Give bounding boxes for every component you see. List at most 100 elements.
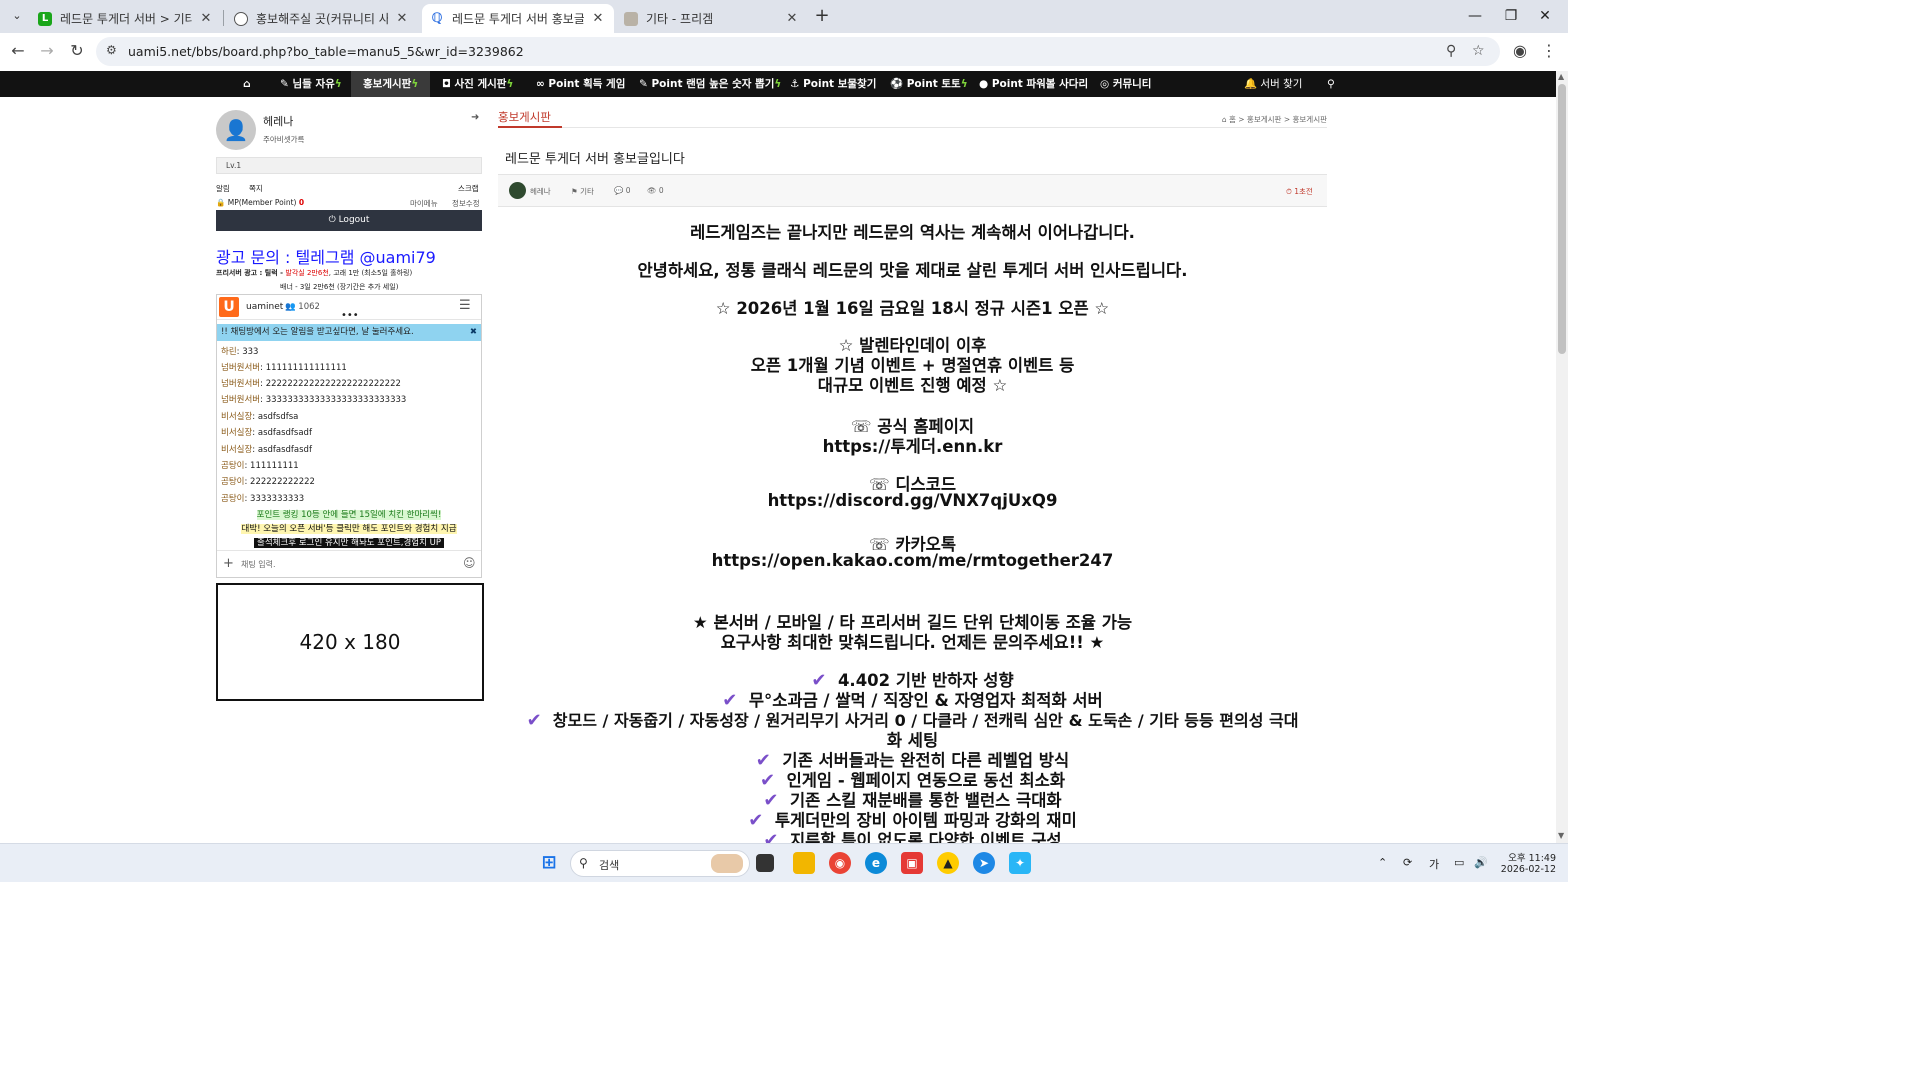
chat-promo-2[interactable]: 대박! 오늘의 오픈 서버'등 클릭만 해도 포인트와 경험치 지급	[217, 522, 481, 534]
bookmark-star-icon[interactable]: ☆	[1472, 43, 1485, 59]
category-text: 기타	[580, 187, 594, 196]
ad-inquiry-title[interactable]: 광고 문의 : 텔레그램 @uami79	[216, 244, 436, 268]
scroll-up-icon[interactable]: ▲	[1558, 72, 1564, 81]
reload-icon[interactable]: ↻	[66, 40, 88, 62]
ad-banner-placeholder[interactable]: 420 x 180	[216, 583, 484, 701]
app-bird-icon[interactable]: ✦	[1009, 852, 1031, 874]
close-tab-icon[interactable]: ✕	[590, 11, 606, 26]
chat-nick[interactable]: 곰탕이	[221, 461, 244, 471]
nav-photo-board[interactable]: ◘ 사진 게시판ϟ	[442, 71, 513, 97]
chat-nick[interactable]: 넘버원서버	[221, 395, 260, 405]
store-icon[interactable]: ▣	[901, 852, 923, 874]
promo-text: 대박! 오늘의 오픈 서버'등 클릭만 해도 포인트와 경험치 지급	[241, 524, 457, 534]
scrollbar-thumb[interactable]	[1558, 84, 1566, 354]
tab-search-chevron-icon[interactable]: ⌄	[6, 5, 28, 27]
scroll-down-icon[interactable]: ▼	[1558, 831, 1564, 840]
new-tab-button[interactable]: +	[812, 6, 832, 26]
nav-community[interactable]: ◎ 커뮤니티	[1100, 71, 1151, 97]
url-text[interactable]: uami5.net/bbs/board.php?bo_table=manu5_5…	[128, 44, 524, 59]
post-link-homepage[interactable]: https://투게더.enn.kr	[500, 433, 1325, 457]
chat-promo-1[interactable]: 포인트 랭킹 10등 안에 들면 15일에 치킨 한마리씩!	[217, 508, 481, 520]
nav-point-treasure[interactable]: ⚓ Point 보물찾기	[790, 71, 876, 97]
chat-nick[interactable]: 곰탕이	[221, 494, 244, 504]
edge-icon[interactable]: e	[865, 852, 887, 874]
profile-icon[interactable]: ◉	[1509, 40, 1531, 62]
chat-text: 33333333333333333333333333	[265, 395, 407, 405]
emoji-icon[interactable]: ☺	[463, 556, 476, 570]
site-search-icon[interactable]: ⚲	[1327, 71, 1335, 97]
ime-indicator[interactable]: 가	[1429, 856, 1439, 872]
chat-input[interactable]: + 채팅 입력. ☺	[217, 550, 481, 577]
file-explorer-icon[interactable]	[793, 852, 815, 874]
back-arrow-icon[interactable]: ←	[7, 40, 29, 62]
chat-nick[interactable]: 곰탕이	[221, 477, 244, 487]
close-tab-icon[interactable]: ✕	[198, 11, 214, 26]
close-notice-icon[interactable]: ✖	[470, 324, 477, 341]
network-icon[interactable]: ▭	[1454, 856, 1464, 869]
omnibox[interactable]: ⚙ uami5.net/bbs/board.php?bo_table=manu5…	[96, 37, 1500, 66]
close-tab-icon[interactable]: ✕	[394, 11, 410, 26]
chrome-icon[interactable]: ◉	[829, 852, 851, 874]
comment-count: 0	[625, 186, 631, 195]
link-messages[interactable]: 쪽지	[249, 183, 263, 194]
chat-nick[interactable]: 넘버원서버	[221, 363, 260, 373]
logout-button[interactable]: ⏻ Logout	[216, 210, 482, 231]
nav-promo-board[interactable]: 홍보게시판ϟ	[351, 71, 431, 97]
home-icon[interactable]: ⌂	[243, 71, 251, 97]
breadcrumb-text[interactable]: 홈 > 홍보게시판 > 홍보게시판	[1229, 115, 1327, 124]
logout-arrow-icon[interactable]: ➜	[471, 112, 479, 123]
post-time: ⏱ 1초전	[1286, 186, 1313, 197]
close-tab-icon[interactable]: ✕	[784, 11, 800, 26]
chat-notice[interactable]: !! 채팅방에서 오는 알림을 받고싶다면, 날 눌러주세요. ✖	[217, 324, 481, 341]
tab-2[interactable]: 홍보해주실 곳(커뮤니티 사이트 ✕	[226, 4, 418, 33]
nav-find-server[interactable]: 🔔 서버 찾기	[1244, 71, 1302, 97]
forward-arrow-icon[interactable]: →	[36, 40, 58, 62]
app-arrow-icon[interactable]: ➤	[973, 852, 995, 874]
address-toolbar: ← → ↻ ⚙ uami5.net/bbs/board.php?bo_table…	[0, 33, 1568, 70]
menu-dots-icon[interactable]: ⋮	[1538, 40, 1560, 62]
page-scrollbar[interactable]: ▲ ▼	[1556, 71, 1568, 843]
chat-nick[interactable]: 넘버원서버	[221, 379, 260, 389]
link-scrap[interactable]: 스크랩	[458, 183, 479, 194]
nav-free-board[interactable]: ✎ 님들 자유ϟ	[280, 71, 342, 97]
tab-3-active[interactable]: ℚ 레드문 투게더 서버 홍보글입니 ✕	[422, 4, 614, 33]
nav-point-game[interactable]: ∞ Point 획득 게임	[536, 71, 625, 97]
tray-clock[interactable]: 오후 11:49 2026-02-12	[1496, 850, 1556, 875]
link-edit-info[interactable]: 정보수정	[452, 198, 480, 209]
chat-nick[interactable]: 하린	[221, 347, 237, 357]
chat-more-dots-icon[interactable]: •••	[341, 310, 359, 321]
site-info-icon[interactable]: ⚙	[106, 43, 117, 57]
nav-point-random[interactable]: ✎ Point 랜덤 높은 숫자 뽑기ϟ	[639, 71, 781, 97]
windows-start-icon[interactable]: ⊞	[538, 852, 560, 874]
chat-promo-3[interactable]: 출석체크후 로그인 유지만 해놔도 포인트,경험치 UP	[217, 536, 481, 548]
nav-point-toto[interactable]: ⚽ Point 토토ϟ	[890, 71, 968, 97]
nav-label: 홍보게시판	[363, 78, 412, 90]
tab-4[interactable]: 기타 - 프리겜 ✕	[616, 4, 808, 33]
plus-icon[interactable]: +	[223, 556, 234, 571]
member-point: 🔒 MP(Member Point) 0	[216, 198, 304, 207]
ad-banner-line: 배너 - 3일 2만6천 (장기간은 추가 세일)	[280, 283, 399, 291]
ad-price: 발각실 2만6천	[285, 269, 329, 277]
tray-chevron-icon[interactable]: ⌃	[1378, 856, 1387, 869]
taskbar-search[interactable]: ⚲ 검색	[570, 850, 750, 877]
chat-nick[interactable]: 비서실장	[221, 445, 252, 455]
nav-powerball[interactable]: ● Point 파워볼 사다리	[979, 71, 1088, 97]
link-my-menu[interactable]: 마이메뉴	[410, 198, 438, 209]
tab-1[interactable]: L 레드문 투게더 서버 > 기타 프리 ✕	[30, 4, 222, 33]
tray-sync-icon[interactable]: ⟳	[1403, 856, 1412, 869]
close-window-icon[interactable]: ✕	[1522, 0, 1568, 33]
post-author[interactable]: 헤레나	[530, 186, 551, 197]
link-alerts[interactable]: 알림	[216, 183, 230, 194]
volume-icon[interactable]: 🔊	[1474, 856, 1488, 869]
post-link-discord[interactable]: https://discord.gg/VNX7qjUxQ9	[500, 491, 1325, 510]
board-tab[interactable]: 홍보게시판	[498, 109, 551, 125]
task-view-icon[interactable]	[756, 854, 774, 872]
chat-nick[interactable]: 비서실장	[221, 412, 252, 422]
post-link-kakao[interactable]: https://open.kakao.com/me/rmtogether247	[500, 551, 1325, 570]
app-triangle-icon[interactable]: ▲	[937, 852, 959, 874]
chat-menu-icon[interactable]: ☰	[459, 298, 471, 313]
chat-nick[interactable]: 비서실장	[221, 428, 252, 438]
nav-label: Point 획득 게임	[548, 78, 626, 90]
zoom-icon[interactable]: ⚲	[1446, 43, 1456, 59]
tab-title: 레드문 투게더 서버 > 기타 프리	[60, 12, 192, 26]
